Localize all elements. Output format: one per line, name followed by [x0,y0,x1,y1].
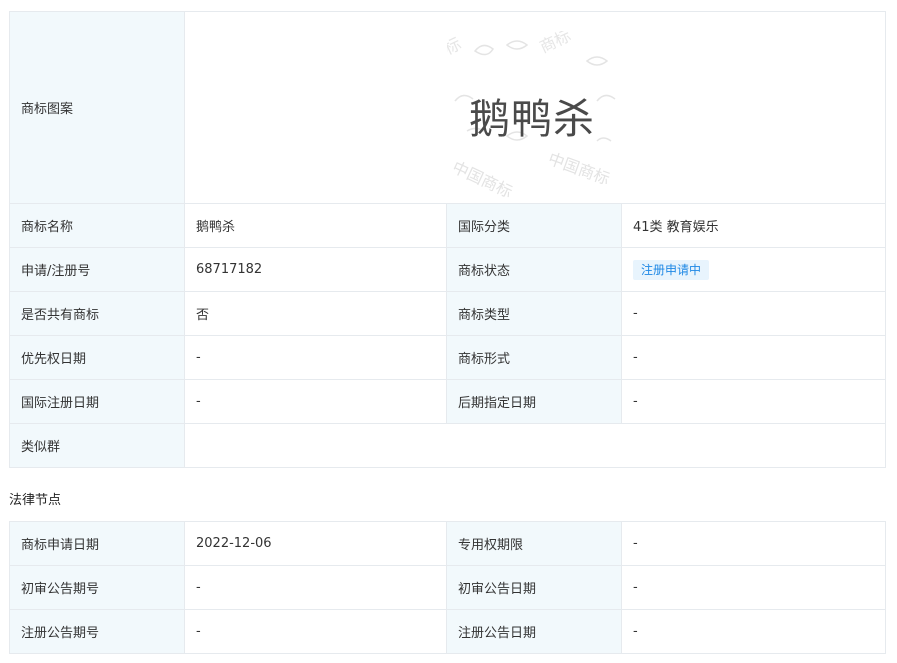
table-row: 国际注册日期 - 后期指定日期 - [9,379,887,424]
priority-date-label: 优先权日期 [9,335,185,380]
table-row: 是否共有商标 否 商标类型 - [9,291,887,336]
legal-section-title: 法律节点 [9,493,62,508]
reg-pub-number-value: - [184,609,447,654]
mark-form-value: - [620,335,887,380]
trademark-info-table: 商标图案 标 商标 中国商标 中国商标 鹅鸭杀 商标名称 鹅鸭杀 国际分类 41… [9,11,887,468]
status-badge: 注册申请中 [633,259,710,280]
legal-nodes-table: 商标申请日期 2022-12-06 专用权期限 - 初审公告期号 - 初审公告日… [9,521,886,654]
reg-pub-number-label: 注册公告期号 [9,609,185,654]
reg-number-value: 68717182 [184,247,447,292]
svg-text:中国商标: 中国商标 [546,148,613,188]
table-row: 商标申请日期 2022-12-06 专用权期限 - [9,521,886,566]
trademark-image-cell: 标 商标 中国商标 中国商标 鹅鸭杀 [183,11,887,204]
table-row: 类似群 [9,423,887,468]
intl-reg-date-label: 国际注册日期 [9,379,185,424]
trademark-image-text: 鹅鸭杀 [469,94,595,143]
similar-group-value [183,423,887,468]
trademark-detail-page: 商标图案 标 商标 中国商标 中国商标 鹅鸭杀 商标名称 鹅鸭杀 国际分类 41… [0,0,897,663]
later-designation-date-label: 后期指定日期 [446,379,622,424]
mark-type-value: - [620,291,887,336]
application-date-label: 商标申请日期 [9,521,185,566]
mark-form-label: 商标形式 [446,335,622,380]
table-row: 商标名称 鹅鸭杀 国际分类 41类 教育娱乐 [9,203,887,248]
application-date-value: 2022-12-06 [184,521,447,566]
similar-group-label: 类似群 [9,423,185,468]
mark-type-label: 商标类型 [446,291,622,336]
prelim-pub-date-value: - [621,565,886,610]
intl-class-value: 41类 教育娱乐 [620,203,887,248]
reg-pub-date-value: - [621,609,886,654]
exclusive-right-term-value: - [621,521,886,566]
svg-text:标: 标 [447,34,465,59]
trademark-image-label: 商标图案 [9,11,185,204]
trademark-name-value: 鹅鸭杀 [184,203,447,248]
watermark-text: 中国商标 [449,157,515,201]
shared-mark-value: 否 [184,291,447,336]
reg-pub-date-label: 注册公告日期 [446,609,622,654]
trademark-image-row: 商标图案 标 商标 中国商标 中国商标 鹅鸭杀 [9,11,887,204]
prelim-pub-date-label: 初审公告日期 [446,565,622,610]
priority-date-value: - [184,335,447,380]
later-designation-date-value: - [620,379,887,424]
shared-mark-label: 是否共有商标 [9,291,185,336]
intl-class-label: 国际分类 [446,203,622,248]
status-label: 商标状态 [446,247,622,292]
prelim-pub-number-label: 初审公告期号 [9,565,185,610]
table-row: 注册公告期号 - 注册公告日期 - [9,609,886,654]
intl-reg-date-value: - [184,379,447,424]
trademark-image: 标 商标 中国商标 中国商标 鹅鸭杀 [186,13,885,203]
reg-number-label: 申请/注册号 [9,247,185,292]
status-cell: 注册申请中 [620,247,887,292]
svg-text:商标: 商标 [537,31,574,57]
table-row: 优先权日期 - 商标形式 - [9,335,887,380]
exclusive-right-term-label: 专用权期限 [446,521,622,566]
trademark-name-label: 商标名称 [9,203,185,248]
prelim-pub-number-value: - [184,565,447,610]
table-row: 申请/注册号 68717182 商标状态 注册申请中 [9,247,887,292]
table-row: 初审公告期号 - 初审公告日期 - [9,565,886,610]
